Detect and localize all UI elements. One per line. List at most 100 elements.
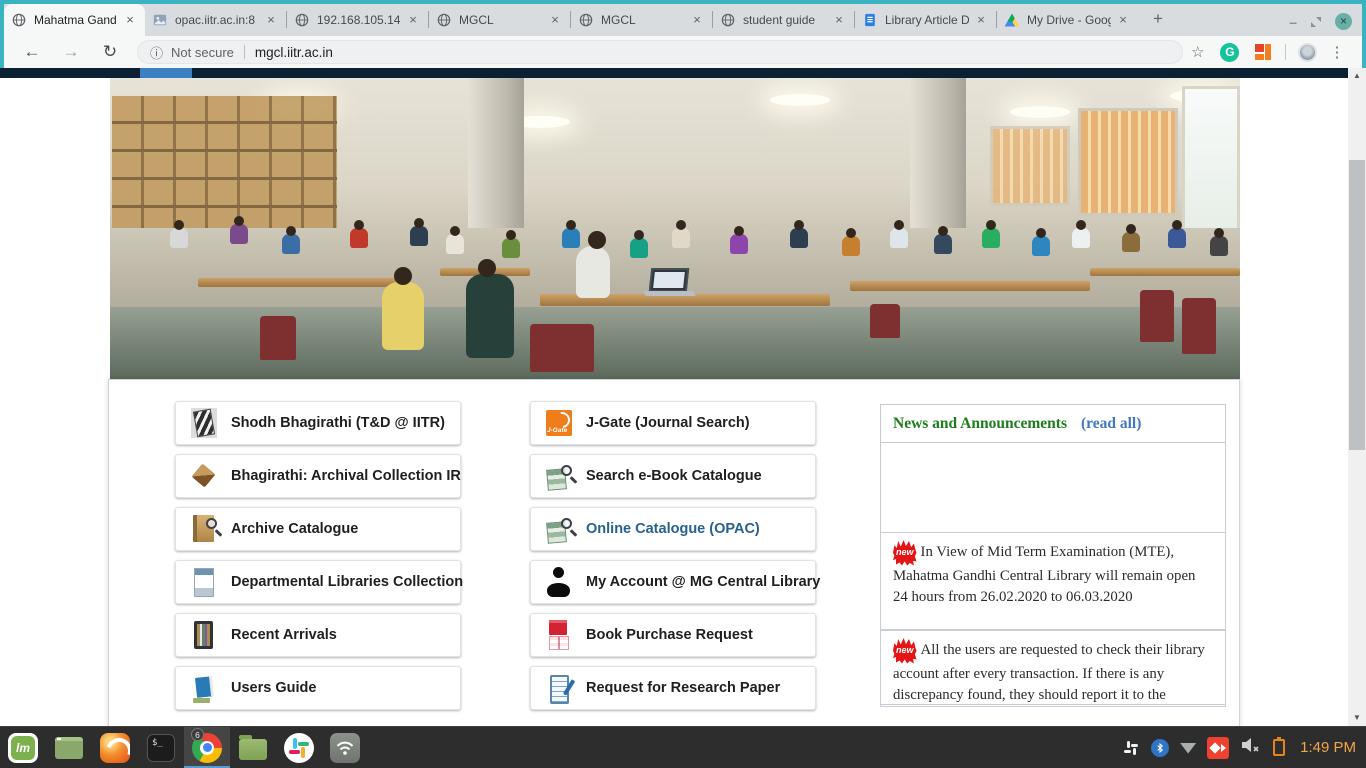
tab-close-icon[interactable]: × <box>263 12 279 28</box>
tab-close-icon[interactable]: × <box>973 12 989 28</box>
book-stack-icon <box>191 408 217 438</box>
profile-avatar[interactable] <box>1298 43 1317 62</box>
scrollbar-thumb[interactable] <box>1349 160 1365 450</box>
link-departmental-libraries[interactable]: Departmental Libraries Collection <box>175 560 461 604</box>
magnifier-document-icon <box>191 514 217 544</box>
close-window-button[interactable]: × <box>1335 13 1352 30</box>
new-badge: new <box>893 638 917 664</box>
mint-logo-icon: lm <box>8 733 38 763</box>
page-navbar <box>0 68 1348 78</box>
magnifier-books-icon <box>546 461 572 491</box>
new-badge: new <box>893 540 917 566</box>
volume-muted-icon[interactable] <box>1240 736 1262 759</box>
link-research-paper[interactable]: Request for Research Paper <box>530 666 816 710</box>
anydesk-icon[interactable] <box>1207 737 1229 759</box>
news-item[interactable]: newAll the users are requested to check … <box>880 630 1226 707</box>
globe-favicon-icon <box>436 12 452 28</box>
newspaper-icon <box>191 567 217 597</box>
link-jgate[interactable]: J-Gate J-Gate (Journal Search) <box>530 401 816 445</box>
wifi-icon <box>330 733 360 763</box>
news-text: All the users are requested to check the… <box>893 642 1205 703</box>
link-ebook-catalogue[interactable]: Search e-Book Catalogue <box>530 454 816 498</box>
scroll-up-icon[interactable]: ▲ <box>1348 68 1366 84</box>
forward-button[interactable]: → <box>60 42 82 62</box>
table-extension-icon[interactable] <box>1255 44 1271 60</box>
firefox-icon <box>100 733 130 763</box>
google-drive-favicon-icon <box>1004 12 1020 28</box>
tab-title: Library Article D <box>885 13 969 27</box>
image-favicon-icon <box>152 12 168 28</box>
link-users-guide[interactable]: Users Guide <box>175 666 461 710</box>
tab-close-icon[interactable]: × <box>1115 12 1131 28</box>
slack-tray-icon[interactable] <box>1122 739 1140 757</box>
network-app-launcher[interactable] <box>322 727 368 768</box>
bookshelf-icon <box>191 620 217 650</box>
security-label: Not secure <box>171 45 234 60</box>
browser-menu-icon[interactable]: ⋮ <box>1329 43 1344 61</box>
tab-title: Mahatma Gand <box>34 13 118 27</box>
info-icon[interactable]: ⓘ <box>150 43 163 62</box>
grammarly-extension-icon[interactable]: G <box>1220 43 1239 62</box>
navbar-active-item[interactable] <box>140 68 192 78</box>
tab-ip-address[interactable]: 192.168.105.14 × <box>287 4 428 36</box>
archive-box-icon <box>191 461 217 491</box>
desktop-icon <box>55 737 83 759</box>
globe-favicon-icon <box>294 12 310 28</box>
bluetooth-icon[interactable] <box>1151 739 1169 757</box>
tab-title: student guide <box>743 13 827 27</box>
red-book-icon <box>546 620 572 650</box>
tab-close-icon[interactable]: × <box>689 12 705 28</box>
globe-favicon-icon <box>11 12 27 28</box>
show-desktop-button[interactable] <box>46 727 92 768</box>
taskbar: lm $_ 6 1:49 PM <box>0 726 1366 768</box>
tab-mahatma-gandhi[interactable]: Mahatma Gand × <box>4 4 145 36</box>
network-tray-icon[interactable] <box>1180 742 1196 754</box>
tab-mgcl-1[interactable]: MGCL × <box>429 4 570 36</box>
read-all-link[interactable]: (read all) <box>1081 415 1141 433</box>
link-my-account[interactable]: My Account @ MG Central Library <box>530 560 816 604</box>
chrome-launcher[interactable]: 6 <box>184 727 230 768</box>
files-launcher[interactable] <box>230 727 276 768</box>
battery-icon[interactable] <box>1273 739 1285 756</box>
link-archive-catalogue[interactable]: Archive Catalogue <box>175 507 461 551</box>
tab-library-article[interactable]: Library Article D × <box>855 4 996 36</box>
globe-favicon-icon <box>720 12 736 28</box>
slack-icon <box>284 733 314 763</box>
link-recent-arrivals[interactable]: Recent Arrivals <box>175 613 461 657</box>
news-panel: News and Announcements (read all) newIn … <box>880 404 1226 705</box>
clock[interactable]: 1:49 PM <box>1300 739 1356 756</box>
jgate-logo-icon: J-Gate <box>546 410 572 436</box>
restore-button[interactable] <box>1311 17 1321 27</box>
tab-my-drive[interactable]: My Drive - Goog × <box>997 4 1138 36</box>
person-icon <box>546 567 572 597</box>
reload-button[interactable]: ↻ <box>99 42 121 62</box>
address-bar[interactable]: ⓘ Not secure mgcl.iitr.ac.in <box>137 40 1183 64</box>
link-shodh-bhagirathi[interactable]: Shodh Bhagirathi (T&D @ IITR) <box>175 401 461 445</box>
slack-launcher[interactable] <box>276 727 322 768</box>
tab-close-icon[interactable]: × <box>547 12 563 28</box>
tab-mgcl-2[interactable]: MGCL × <box>571 4 712 36</box>
tab-opac[interactable]: opac.iitr.ac.in:8 × <box>145 4 286 36</box>
tab-close-icon[interactable]: × <box>122 12 138 28</box>
new-tab-button[interactable]: + <box>1144 6 1172 34</box>
news-item[interactable]: newIn View of Mid Term Examination (MTE)… <box>880 532 1226 630</box>
guide-book-icon <box>191 673 217 703</box>
back-button[interactable]: ← <box>21 42 43 62</box>
tab-student-guide[interactable]: student guide × <box>713 4 854 36</box>
tab-close-icon[interactable]: × <box>405 12 421 28</box>
scroll-down-icon[interactable]: ▼ <box>1348 710 1366 726</box>
mint-menu-button[interactable]: lm <box>0 727 46 768</box>
firefox-launcher[interactable] <box>92 727 138 768</box>
terminal-launcher[interactable]: $_ <box>138 727 184 768</box>
bookmark-star-icon[interactable]: ☆ <box>1191 43 1204 61</box>
tab-title: 192.168.105.14 <box>317 13 401 27</box>
library-photo <box>110 78 1240 379</box>
link-book-purchase[interactable]: Book Purchase Request <box>530 613 816 657</box>
page-scrollbar[interactable]: ▲ ▼ <box>1348 68 1366 726</box>
link-bhagirathi-archival[interactable]: Bhagirathi: Archival Collection IR <box>175 454 461 498</box>
tab-close-icon[interactable]: × <box>831 12 847 28</box>
globe-favicon-icon <box>578 12 594 28</box>
link-opac[interactable]: Online Catalogue (OPAC) <box>530 507 816 551</box>
minimize-button[interactable]: – <box>1289 17 1297 27</box>
magnifier-books-icon <box>546 514 572 544</box>
